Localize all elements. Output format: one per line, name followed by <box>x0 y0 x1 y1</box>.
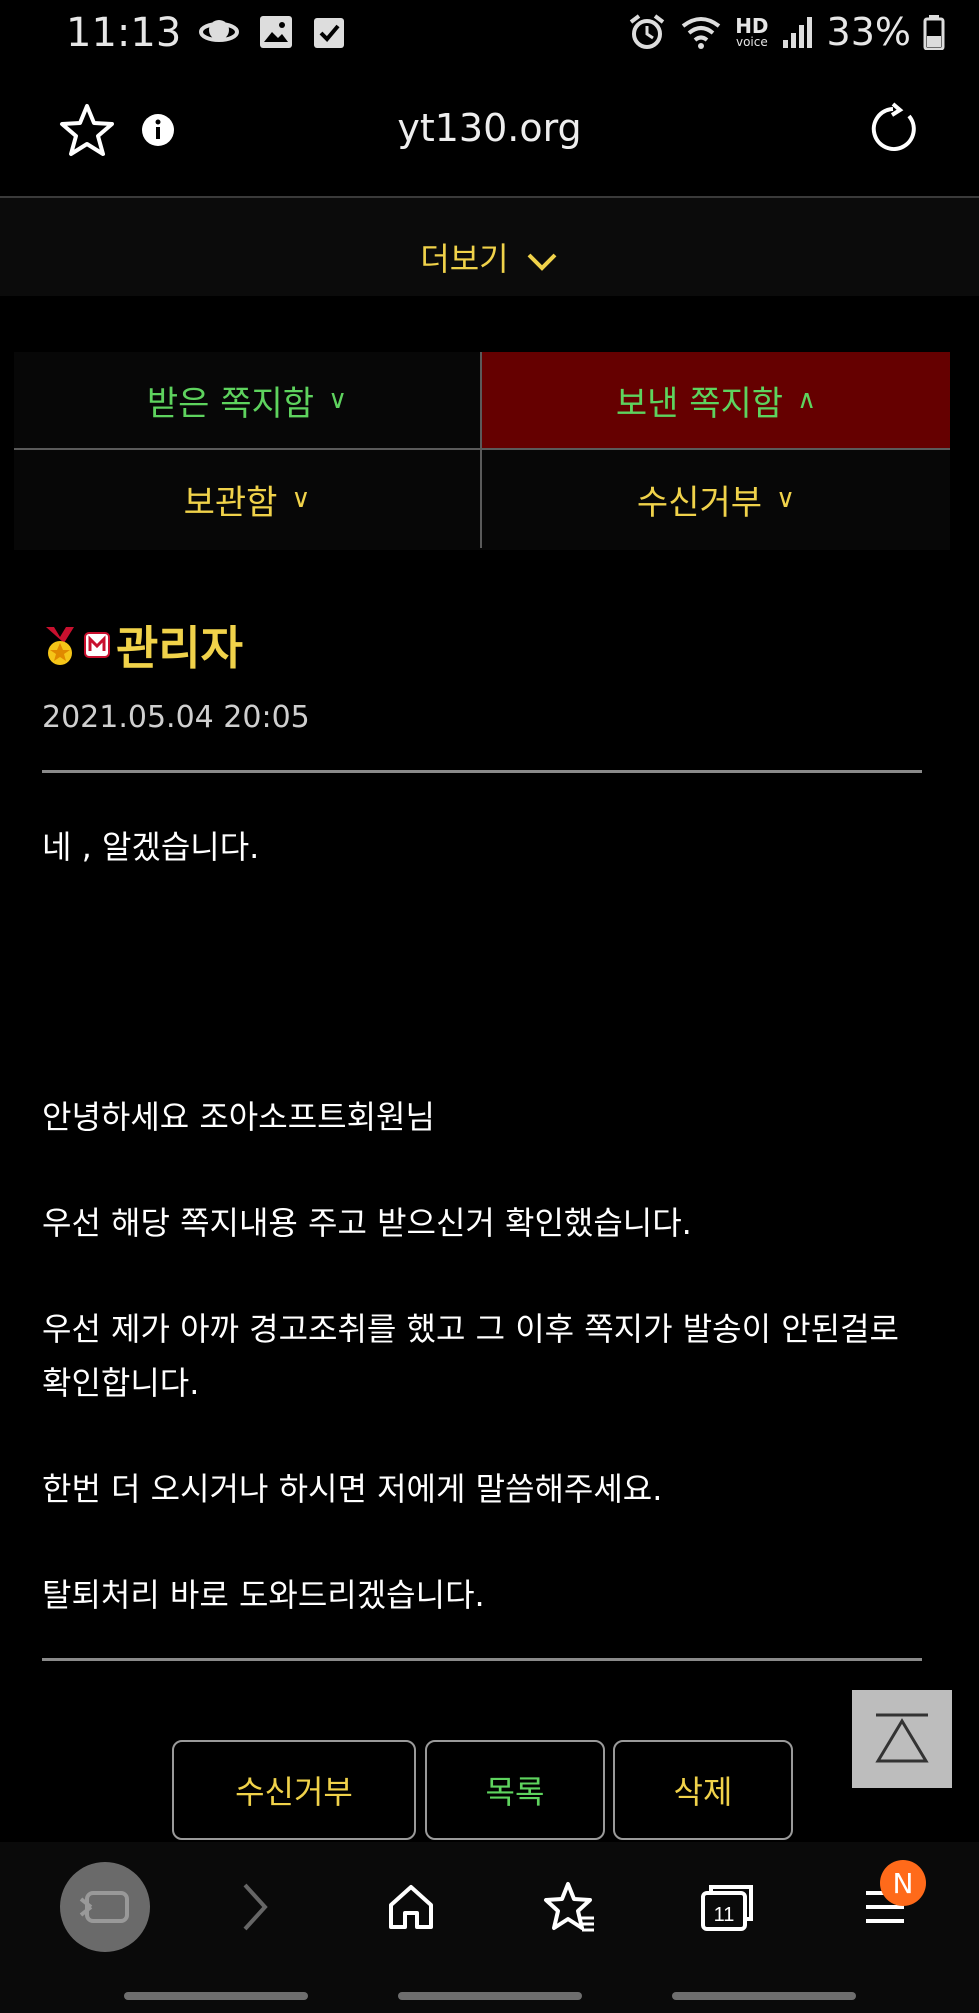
tab-archive-label: 보관함 <box>183 482 278 523</box>
status-bar: 11:13 HD voice 33% <box>0 0 979 68</box>
message-header: 관리자 2021.05.04 20:05 <box>42 612 922 735</box>
hd-label: HD <box>735 14 769 38</box>
message-date: 2021.05.04 20:05 <box>42 700 310 735</box>
more-label-text: 더보기 <box>420 240 509 278</box>
url-text[interactable]: yt130.org <box>0 106 979 150</box>
status-time: 11:13 <box>66 10 182 56</box>
chevron-down-icon: ∨ <box>291 484 311 514</box>
battery-percent: 33% <box>826 10 911 54</box>
chevron-right-icon <box>243 1883 268 1931</box>
author-row: 관리자 <box>42 612 922 678</box>
gesture-handle-right <box>672 1992 856 2000</box>
author-name[interactable]: 관리자 <box>116 612 243 678</box>
gesture-handle-center <box>398 1992 582 2000</box>
gesture-handle-left <box>124 1992 308 2000</box>
member-badge-icon <box>84 632 110 658</box>
forward-button[interactable] <box>210 1862 300 1952</box>
chevron-down-icon: ∨ <box>776 484 796 514</box>
browser-url-bar: yt130.org <box>0 68 979 198</box>
tab-inbox-label: 받은 쪽지함 <box>146 383 315 424</box>
chevron-down-icon: ∨ <box>328 385 348 415</box>
delete-button[interactable]: 삭제 <box>613 1740 793 1840</box>
more-label: 더보기 <box>420 216 559 280</box>
more-dropdown[interactable]: 더보기 <box>0 198 979 296</box>
tab-sent[interactable]: 보낸 쪽지함 ∧ <box>482 352 950 450</box>
hd-voice-indicator: HD voice <box>735 16 768 48</box>
tab-count: 11 <box>714 1904 735 1926</box>
triangle-up-icon <box>875 1713 929 1763</box>
message-line: 탈퇴처리 바로 도와드리겠습니다. <box>42 1576 485 1614</box>
signal-icon <box>782 17 812 48</box>
block-sender-button[interactable]: 수신거부 <box>172 1740 416 1840</box>
tabs-icon: 11 <box>701 1885 753 1931</box>
bookmarks-button[interactable] <box>525 1862 615 1952</box>
tab-blocked-label: 수신거부 <box>636 482 763 523</box>
browser-bottom-nav: 11 N <box>0 1842 979 2013</box>
chevron-up-icon: ∧ <box>797 385 817 415</box>
level-badge-icon <box>46 627 74 665</box>
wifi-icon <box>681 17 721 49</box>
back-icon <box>79 1891 129 1923</box>
message-line: 네 , 알겠습니다. <box>42 828 260 866</box>
message-body: 네 , 알겠습니다. 안녕하세요 조아소프트회원님 우선 해당 쪽지내용 주고 … <box>42 820 922 1622</box>
divider-bottom <box>42 1658 922 1661</box>
saturn-icon <box>199 20 239 42</box>
back-button[interactable] <box>60 1862 150 1952</box>
menu-notification-badge: N <box>880 1860 926 1906</box>
message-line: 안녕하세요 조아소프트회원님 <box>42 1098 435 1136</box>
divider-top <box>42 770 922 773</box>
mailbox-tabs: 받은 쪽지함 ∨ 보낸 쪽지함 ∧ 보관함 ∨ 수신거부 ∨ <box>14 352 950 550</box>
voice-label: voice <box>735 35 768 49</box>
notification-icons <box>198 14 346 50</box>
tab-sent-label: 보낸 쪽지함 <box>615 383 784 424</box>
battery-icon <box>923 15 945 50</box>
reload-icon[interactable] <box>866 102 920 160</box>
tab-blocked[interactable]: 수신거부 ∨ <box>482 450 950 548</box>
tabs-button[interactable]: 11 <box>682 1862 772 1952</box>
tab-inbox[interactable]: 받은 쪽지함 ∨ <box>14 352 482 450</box>
alarm-icon <box>629 14 665 49</box>
home-icon <box>389 1885 433 1929</box>
tab-archive[interactable]: 보관함 ∨ <box>14 450 482 548</box>
message-line: 우선 제가 아까 경고조취를 했고 그 이후 쪽지가 발송이 안된걸로 확인합니… <box>42 1310 899 1402</box>
message-line: 우선 해당 쪽지내용 주고 받으신거 확인했습니다. <box>42 1204 692 1242</box>
home-button[interactable] <box>366 1862 456 1952</box>
list-button[interactable]: 목록 <box>425 1740 605 1840</box>
scroll-to-top-button[interactable] <box>852 1690 952 1788</box>
gallery-icon <box>260 16 292 48</box>
chevron-down-icon <box>527 253 557 271</box>
message-line: 한번 더 오시거나 하시면 저에게 말씀해주세요. <box>42 1470 663 1508</box>
checkbox-notification-icon <box>314 18 344 48</box>
bookmarks-star-icon <box>544 1882 594 1932</box>
